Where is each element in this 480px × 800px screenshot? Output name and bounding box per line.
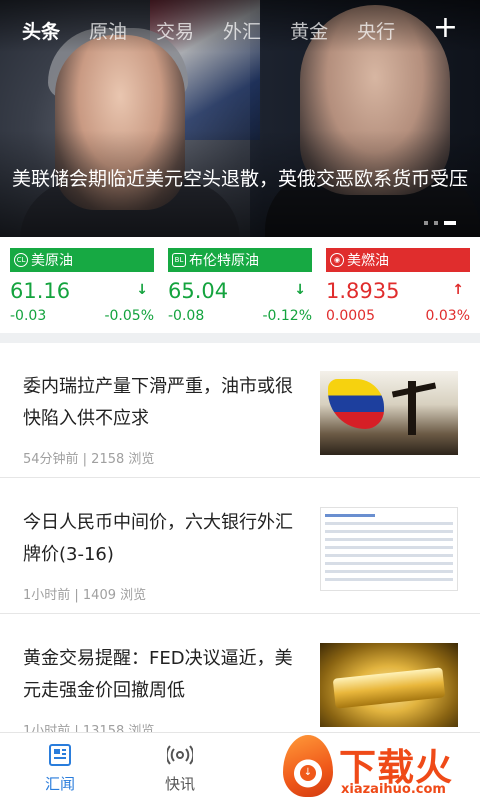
news-title: 黄金交易提醒：FED决议逼近，美元走强金价回撤周低 bbox=[23, 648, 293, 701]
news-item[interactable]: 今日人民币中间价，六大银行外汇牌价(3-16) 1小时前 | 1409 浏览 bbox=[0, 479, 480, 614]
table-thumb-line bbox=[325, 546, 453, 549]
arrow-up-icon: ↑ bbox=[452, 282, 464, 298]
news-thumbnail bbox=[320, 643, 458, 727]
news-icon bbox=[49, 744, 71, 766]
ticker-change: -0.08 bbox=[168, 308, 205, 324]
oil-rig-image bbox=[408, 381, 416, 435]
tab-gold[interactable]: 黄金 bbox=[290, 17, 328, 44]
brent-badge-icon: BL bbox=[172, 253, 186, 267]
nav-flash[interactable]: 快讯 bbox=[140, 733, 220, 800]
ticker-change: -0.03 bbox=[10, 308, 47, 324]
hero-banner[interactable]: 头条 原油 交易 外汇 黄金 央行 + 美联储会期临近美元空头退散，英俄交恶欧系… bbox=[0, 0, 480, 237]
news-thumbnail bbox=[320, 371, 458, 455]
news-thumbnail bbox=[320, 507, 458, 591]
news-item[interactable]: 黄金交易提醒：FED决议逼近，美元走强金价回撤周低 1小时前 | 13158 浏… bbox=[0, 615, 480, 750]
ticker-header: ◉ 美燃油 bbox=[326, 248, 470, 272]
tab-crude-oil[interactable]: 原油 bbox=[89, 17, 127, 44]
ticker-percent: 0.03% bbox=[425, 308, 470, 324]
news-title: 今日人民币中间价，六大银行外汇牌价(3-16) bbox=[23, 512, 293, 565]
ticker-header: BL 布伦特原油 bbox=[168, 248, 312, 272]
ticker-brent-crude[interactable]: BL 布伦特原油 65.04 ↓ -0.08 -0.12% bbox=[168, 248, 312, 328]
tab-central-bank[interactable]: 央行 bbox=[357, 17, 395, 44]
crude-badge-icon: CL bbox=[14, 253, 28, 267]
ticker-header: CL 美原油 bbox=[10, 248, 154, 272]
tab-forex[interactable]: 外汇 bbox=[223, 17, 261, 44]
tab-headlines[interactable]: 头条 bbox=[22, 17, 60, 44]
ticker-us-crude[interactable]: CL 美原油 61.16 ↓ -0.03 -0.05% bbox=[10, 248, 154, 328]
carousel-indicator bbox=[424, 221, 456, 225]
ticker-change: 0.0005 bbox=[326, 308, 375, 324]
carousel-dot-active bbox=[444, 221, 456, 225]
nav-news-label: 汇闻 bbox=[44, 775, 75, 793]
ticker-name: 美燃油 bbox=[347, 253, 389, 269]
market-tickers: CL 美原油 61.16 ↓ -0.03 -0.05% BL 布伦特原油 65.… bbox=[0, 237, 480, 333]
table-thumb-line bbox=[325, 578, 453, 581]
venezuela-map-image bbox=[328, 379, 384, 429]
add-tab-icon[interactable]: + bbox=[433, 12, 458, 44]
tab-trading[interactable]: 交易 bbox=[156, 17, 194, 44]
carousel-dot bbox=[424, 221, 428, 225]
nav-flash-label: 快讯 bbox=[164, 775, 195, 793]
arrow-down-icon: ↓ bbox=[294, 282, 306, 298]
download-icon: ↓ bbox=[300, 765, 316, 781]
ticker-name: 布伦特原油 bbox=[189, 253, 259, 269]
gold-bar-image bbox=[332, 667, 446, 709]
news-title: 委内瑞拉产量下滑严重，油市或很快陷入供不应求 bbox=[23, 376, 293, 429]
ticker-price: 61.16 bbox=[10, 279, 71, 303]
table-thumb-line bbox=[325, 554, 453, 557]
section-divider bbox=[0, 333, 480, 343]
drop-badge-icon: ◉ bbox=[330, 253, 344, 267]
table-thumb-line bbox=[325, 562, 453, 565]
hero-headline[interactable]: 美联储会期临近美元空头退散，英俄交恶欧系货币受压 bbox=[12, 166, 468, 193]
table-thumb-line bbox=[325, 570, 453, 573]
news-meta: 1小时前 | 1409 浏览 bbox=[23, 588, 147, 603]
arrow-down-icon: ↓ bbox=[136, 282, 148, 298]
watermark-logo: ↓ 下载火 xiazaihuo.com bbox=[283, 735, 478, 800]
category-tabs: 头条 原油 交易 外汇 黄金 央行 bbox=[0, 0, 480, 60]
news-item[interactable]: 委内瑞拉产量下滑严重，油市或很快陷入供不应求 54分钟前 | 2158 浏览 bbox=[0, 343, 480, 478]
ticker-percent: -0.05% bbox=[104, 308, 154, 324]
news-meta: 54分钟前 | 2158 浏览 bbox=[23, 452, 155, 467]
nav-news[interactable]: 汇闻 bbox=[20, 733, 100, 800]
table-thumb-line bbox=[325, 522, 453, 525]
ticker-heating-oil[interactable]: ◉ 美燃油 1.8935 ↑ 0.0005 0.03% bbox=[326, 248, 470, 328]
carousel-dot bbox=[434, 221, 438, 225]
broadcast-icon bbox=[167, 745, 193, 765]
table-thumb-line bbox=[325, 530, 453, 533]
ticker-price: 1.8935 bbox=[326, 279, 400, 303]
table-thumb-line bbox=[325, 514, 375, 517]
ticker-percent: -0.12% bbox=[262, 308, 312, 324]
table-thumb-line bbox=[325, 538, 453, 541]
watermark-url: xiazaihuo.com bbox=[341, 782, 446, 797]
ticker-name: 美原油 bbox=[31, 253, 73, 269]
ticker-price: 65.04 bbox=[168, 279, 229, 303]
